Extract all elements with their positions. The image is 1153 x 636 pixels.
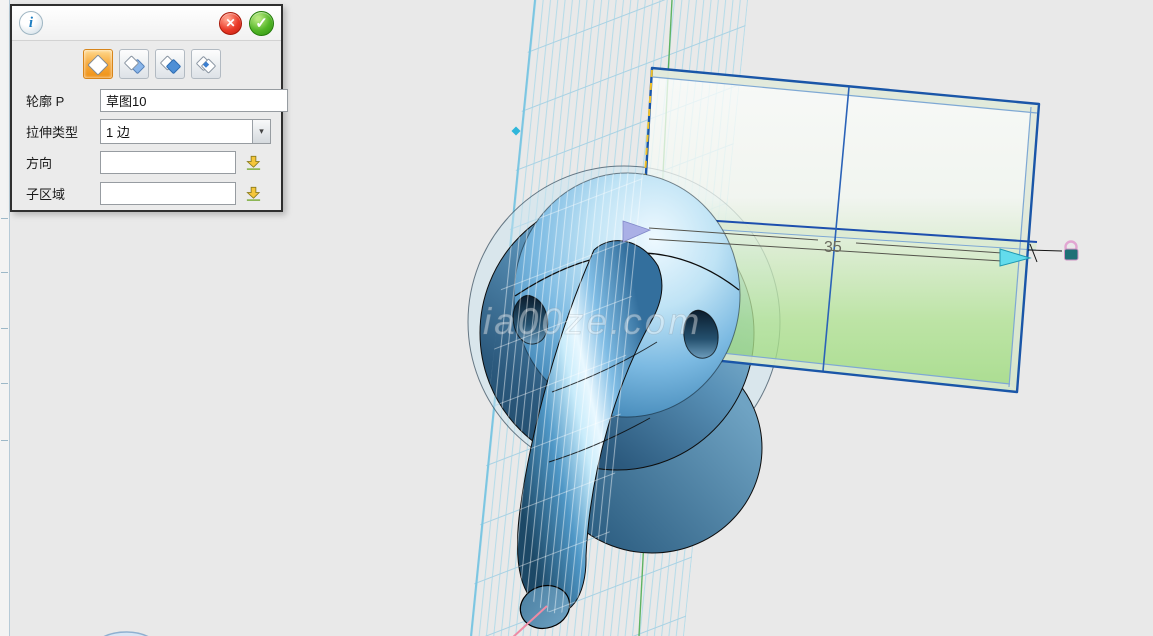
extrude-subtract-button[interactable] [155, 49, 185, 79]
extrude-type-label: 拉伸类型 [16, 122, 100, 141]
app-root: { "dialog": { "icons": { "info": "i", "c… [0, 0, 1153, 636]
direction-row: 方向 [16, 150, 271, 174]
subregion-label: 子区域 [16, 184, 100, 203]
ruler-tick [1, 328, 8, 329]
profile-input[interactable] [100, 89, 288, 112]
dialog-header: i ✕ ✓ [12, 6, 281, 41]
extrude-dialog: i ✕ ✓ [10, 4, 283, 212]
direction-label: 方向 [16, 153, 100, 172]
ruler-tick [1, 218, 8, 219]
profile-label: 轮廓 P [16, 91, 100, 110]
lock-handle-icon[interactable] [1065, 242, 1079, 261]
base-diamond-icon [86, 52, 110, 76]
profile-row: 轮廓 P [16, 88, 271, 112]
grid-snap-point [511, 126, 520, 135]
extrude-type-select[interactable]: 1 边 ▾ [100, 119, 271, 144]
nav-ball[interactable] [93, 632, 159, 636]
dimension-value[interactable]: 35 [824, 239, 842, 256]
intersect-diamonds-icon [194, 52, 218, 76]
ok-button[interactable]: ✓ [249, 11, 274, 36]
ruler-tick [1, 272, 8, 273]
direction-picker-icon[interactable] [245, 154, 262, 171]
subtract-diamonds-icon [158, 52, 182, 76]
watermark: ia00ze.com [483, 301, 702, 342]
extrude-type-row: 拉伸类型 1 边 ▾ [16, 119, 271, 143]
info-icon: i [19, 11, 43, 35]
direction-input[interactable] [100, 151, 236, 174]
extrude-intersect-button[interactable] [191, 49, 221, 79]
extrude-add-button[interactable] [119, 49, 149, 79]
ruler-tick [1, 440, 8, 441]
subregion-row: 子区域 [16, 181, 271, 205]
subregion-picker-icon[interactable] [245, 185, 262, 202]
left-dock-ruler[interactable] [0, 0, 10, 636]
ruler-tick [1, 383, 8, 384]
cancel-button[interactable]: ✕ [219, 12, 242, 35]
subregion-input[interactable] [100, 182, 236, 205]
dropdown-arrow-icon[interactable]: ▾ [252, 120, 270, 143]
add-diamonds-icon [122, 52, 146, 76]
extrude-base-button[interactable] [83, 49, 113, 79]
extrude-type-value: 1 边 [101, 122, 130, 141]
boolean-toolbar [83, 49, 281, 79]
